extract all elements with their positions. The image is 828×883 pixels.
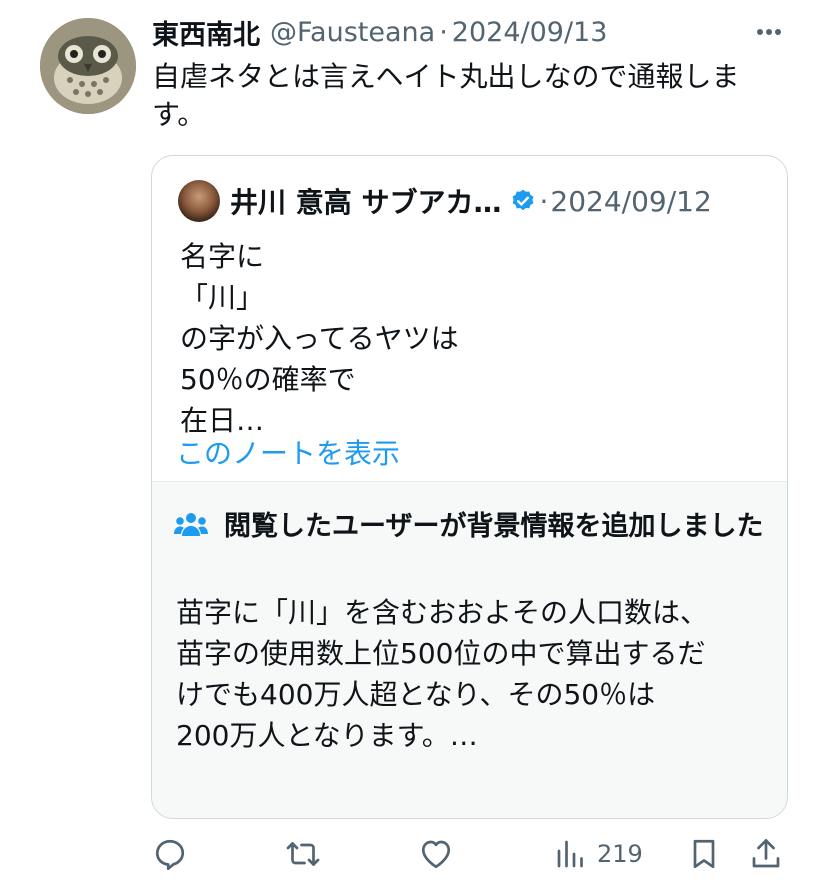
tweet-date[interactable]: 2024/09/13 — [452, 17, 608, 48]
quote-date: 2024/09/12 — [550, 184, 712, 218]
quote-author-name: 井川 意高 サブアカ… — [230, 186, 502, 219]
reply-icon — [155, 839, 185, 871]
retweet-button[interactable] — [285, 832, 321, 876]
bookmark-icon — [693, 839, 715, 869]
retweet-icon — [286, 842, 320, 866]
views-icon — [557, 840, 583, 868]
community-note-text: 苗字に「川」を含むおおよその人口数は、 苗字の使用数上位500位の中で算出するだ… — [176, 596, 709, 752]
bookmark-button[interactable] — [686, 832, 722, 876]
quote-header: 井川 意高 サブアカ… · 2024/09/12 — [178, 180, 767, 222]
action-bar: 219 — [150, 832, 790, 876]
community-note[interactable]: 閲覧したユーザーが背景情報を追加しました 苗字に「川」を含むおおよその人口数は、… — [152, 437, 787, 818]
reply-button[interactable] — [152, 832, 188, 876]
separator-dot: · — [439, 16, 448, 48]
share-button[interactable] — [748, 832, 784, 876]
quote-text: 名字に 「川」 の字が入ってるヤツは 50％の確率で 在日… — [180, 240, 459, 437]
show-note-link[interactable]: このノートを表示 — [176, 432, 400, 472]
author-name[interactable]: 東西南北 — [152, 13, 260, 52]
more-options-button[interactable] — [754, 18, 784, 46]
verified-badge-icon — [512, 189, 533, 211]
tweet-header: 東西南北 @Fausteana · 2024/09/13 — [152, 13, 768, 52]
quote-separator-dot: · — [539, 184, 549, 218]
views-count: 219 — [597, 840, 643, 868]
owl-avatar-image — [40, 18, 136, 114]
community-note-title: 閲覧したユーザーが背景情報を追加しました — [224, 511, 764, 542]
share-icon — [752, 839, 780, 868]
quote-author-avatar — [178, 180, 220, 222]
like-button[interactable] — [418, 832, 454, 876]
views-button[interactable]: 219 — [553, 832, 643, 876]
tweet-text: 自虐ネタとは言えヘイト丸出しなので通報しま す。 — [152, 60, 740, 131]
community-notes-icon — [174, 513, 208, 536]
quoted-tweet[interactable]: 井川 意高 サブアカ… · 2024/09/12 名字に 「川」 の字が入ってる… — [151, 155, 788, 819]
author-avatar[interactable] — [40, 18, 136, 114]
more-dots-icon — [757, 29, 781, 35]
like-icon — [421, 840, 451, 869]
author-handle[interactable]: @Fausteana — [270, 17, 435, 48]
